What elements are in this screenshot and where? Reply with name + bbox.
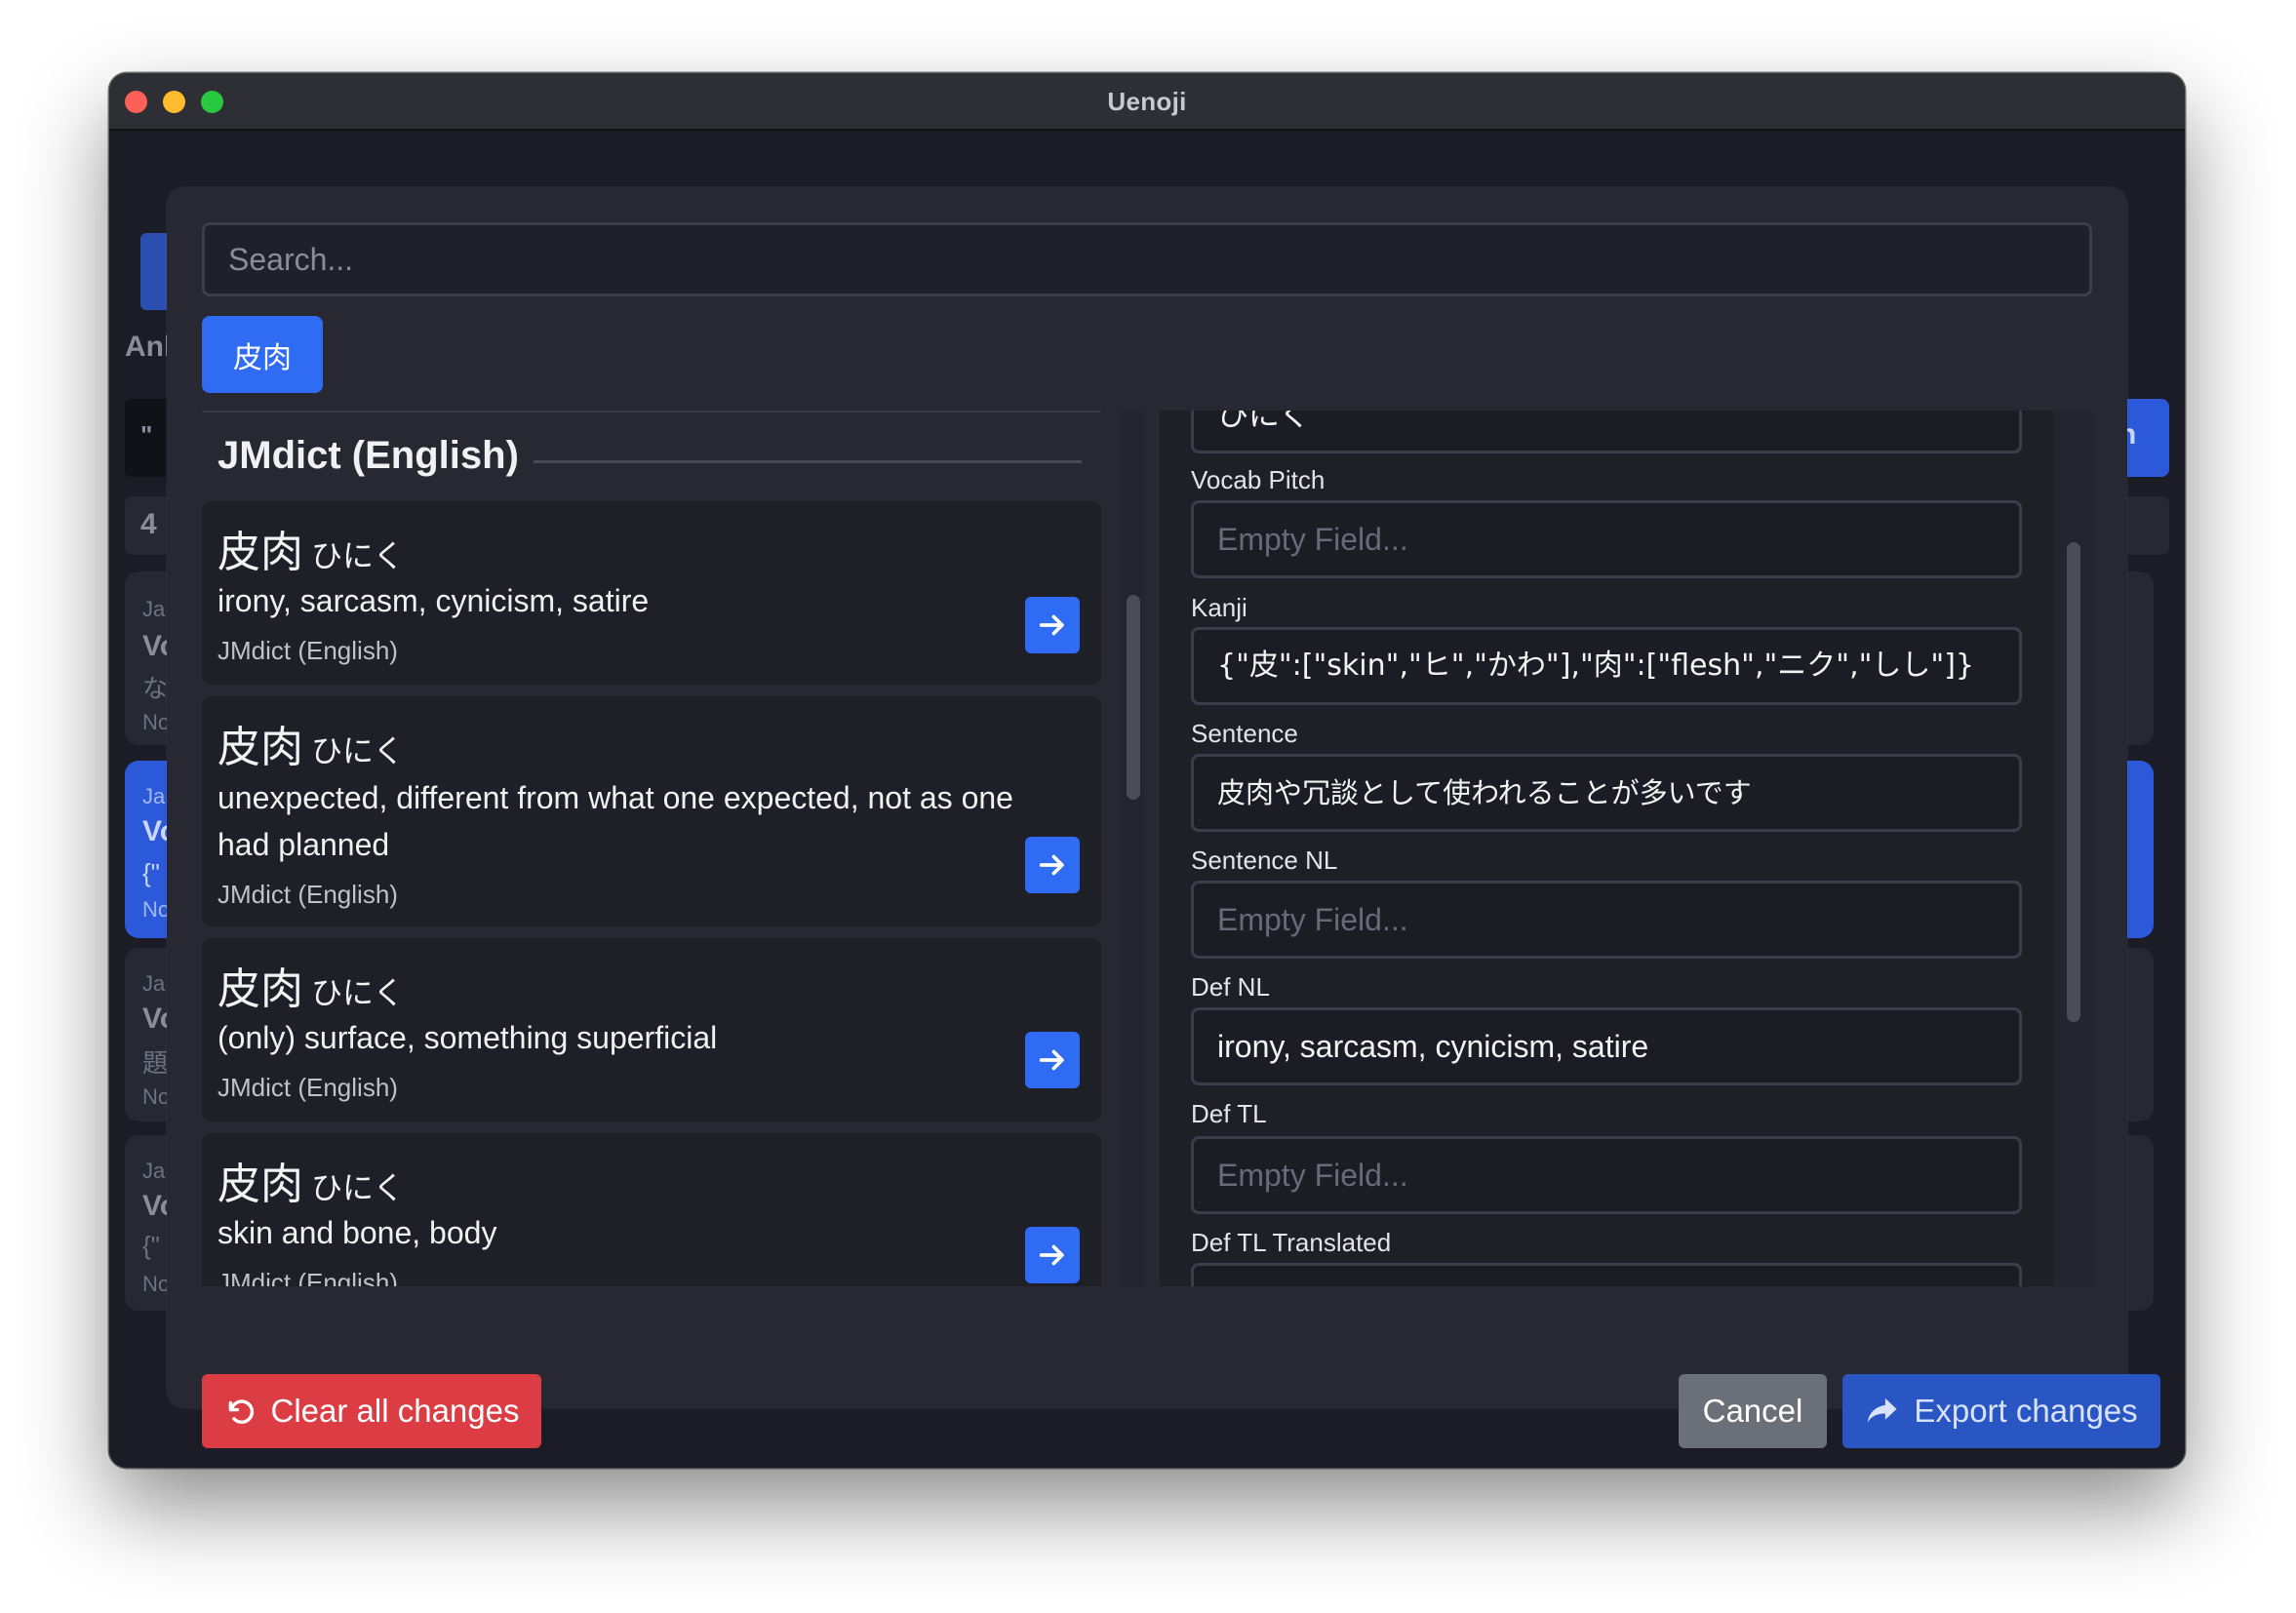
export-changes-label: Export changes (1914, 1393, 2138, 1429)
clear-all-changes-label: Clear all changes (270, 1393, 520, 1429)
scrollbar-thumb[interactable] (1127, 595, 1140, 800)
result-kanji: 皮肉 (218, 1160, 303, 1209)
arrow-right-icon (1039, 1244, 1064, 1266)
title-bar: Uenoji (109, 73, 2185, 131)
cancel-button[interactable]: Cancel (1679, 1374, 1827, 1448)
result-definition: (only) surface, something superficial (218, 1020, 718, 1055)
result-headword: 皮肉 ひにく (218, 1149, 404, 1211)
clear-all-changes-button[interactable]: Clear all changes (202, 1374, 541, 1448)
arrow-right-icon (1039, 854, 1064, 876)
result-kanji: 皮肉 (218, 964, 303, 1014)
result-source: JMdict (English) (218, 1073, 398, 1102)
result-definition: irony, sarcasm, cynicism, satire (218, 583, 650, 618)
background-card-text: {" (142, 858, 160, 887)
apply-result-button[interactable] (1025, 1227, 1080, 1283)
results-panel: JMdict (English) 皮肉 ひにく irony, sarcasm, c… (202, 411, 1101, 1286)
background-card-text: No (142, 897, 171, 922)
result-card[interactable]: 皮肉 ひにく irony, sarcasm, cynicism, satire J… (202, 501, 1101, 685)
background-card-text: Ja (142, 597, 166, 621)
def-nl-field[interactable]: irony, sarcasm, cynicism, satire (1191, 1007, 2022, 1085)
def-tl-label: Def TL (1191, 1099, 1267, 1128)
background-card-text: No (142, 1084, 171, 1109)
result-kana: ひにく (311, 537, 405, 574)
sentence-label: Sentence (1191, 719, 1298, 748)
result-source: JMdict (English) (218, 880, 398, 909)
background-heading: Anl (125, 331, 173, 363)
background-card-text: No (142, 1272, 171, 1296)
vocab-pitch-field[interactable]: Empty Field... (1191, 500, 2022, 578)
kanji-field[interactable]: {"皮":["skin","ヒ","かわ"],"肉":["flesh","ニク"… (1191, 627, 2022, 705)
background-card-text: Ja (142, 1159, 166, 1183)
arrow-right-icon (1039, 1049, 1064, 1071)
dictionary-header: JMdict (English) (218, 434, 519, 477)
apply-result-button[interactable] (1025, 1032, 1080, 1088)
result-kanji: 皮肉 (218, 723, 303, 772)
export-changes-button[interactable]: Export changes (1842, 1374, 2160, 1448)
divider (202, 411, 1101, 413)
sentence-field[interactable]: 皮肉や冗談として使われることが多いです (1191, 754, 2022, 832)
scrollbar-thumb[interactable] (2067, 542, 2080, 1022)
cancel-label: Cancel (1702, 1393, 1803, 1429)
background-card-text: {" (142, 1231, 160, 1260)
window-title: Uenoji (1107, 87, 1187, 116)
result-definition: unexpected, different from what one expe… (218, 780, 1013, 862)
background-count: 4 (140, 508, 157, 540)
results-scrollbar[interactable] (1121, 412, 1144, 1287)
share-icon (1868, 1397, 1897, 1423)
kanji-label: Kanji (1191, 593, 1247, 622)
result-card[interactable]: 皮肉 ひにく (only) surface, something superfic… (202, 938, 1101, 1121)
background-card-text: Ja (142, 971, 166, 996)
term-button[interactable]: 皮肉 (202, 316, 323, 393)
undo-icon (228, 1399, 254, 1424)
edit-modal: 皮肉 JMdict (English) 皮肉ひにく irony, sarcasm… (167, 187, 2160, 1448)
sentence-nl-label: Sentence NL (1191, 846, 1338, 875)
background-input-text: " (140, 420, 153, 450)
result-kana: ひにく (311, 974, 405, 1011)
fields-panel: ひにく Vocab Pitch Empty Field... Kanji {"皮… (1160, 411, 2053, 1286)
arrow-right-icon (1039, 614, 1064, 636)
def-tl-field[interactable]: Empty Field... (1191, 1136, 2022, 1214)
result-kana: ひにく (311, 732, 405, 769)
result-definition: skin and bone, body (218, 1215, 497, 1250)
background-card-text: Ja (142, 784, 166, 808)
def-nl-label: Def NL (1191, 972, 1270, 1002)
def-tl-translated-field[interactable] (1191, 1263, 2022, 1286)
vocab-pitch-label: Vocab Pitch (1191, 465, 1326, 494)
result-card[interactable]: 皮肉 ひにく skin and bone, body JMdict (Englis… (202, 1133, 1101, 1286)
result-kana: ひにく (311, 1169, 405, 1206)
divider (534, 460, 1082, 463)
background-card-text: な (142, 674, 169, 703)
reading-field[interactable]: ひにく (1191, 411, 2022, 453)
sentence-nl-field[interactable]: Empty Field... (1191, 881, 2022, 959)
apply-result-button[interactable] (1025, 837, 1080, 893)
apply-result-button[interactable] (1025, 597, 1080, 653)
result-headword: 皮肉 ひにく (218, 712, 404, 774)
def-tl-translated-label: Def TL Translated (1191, 1228, 1392, 1257)
app-window: Uenoji Anl " 4 Ja Vo な No Ja Vo {" No Ja… (109, 73, 2185, 1468)
background-card-text: No (142, 710, 171, 734)
result-headword: 皮肉 ひにく (218, 517, 404, 579)
result-card[interactable]: 皮肉 ひにく unexpected, different from what on… (202, 696, 1101, 926)
result-source: JMdict (English) (218, 636, 398, 665)
result-headword: 皮肉 ひにく (218, 954, 404, 1016)
search-input[interactable] (202, 222, 2092, 296)
background-card-text: 題 (142, 1048, 169, 1078)
result-kanji: 皮肉 (218, 528, 303, 577)
result-source: JMdict (English) (218, 1268, 398, 1286)
fields-scrollbar[interactable] (2053, 412, 2092, 1287)
